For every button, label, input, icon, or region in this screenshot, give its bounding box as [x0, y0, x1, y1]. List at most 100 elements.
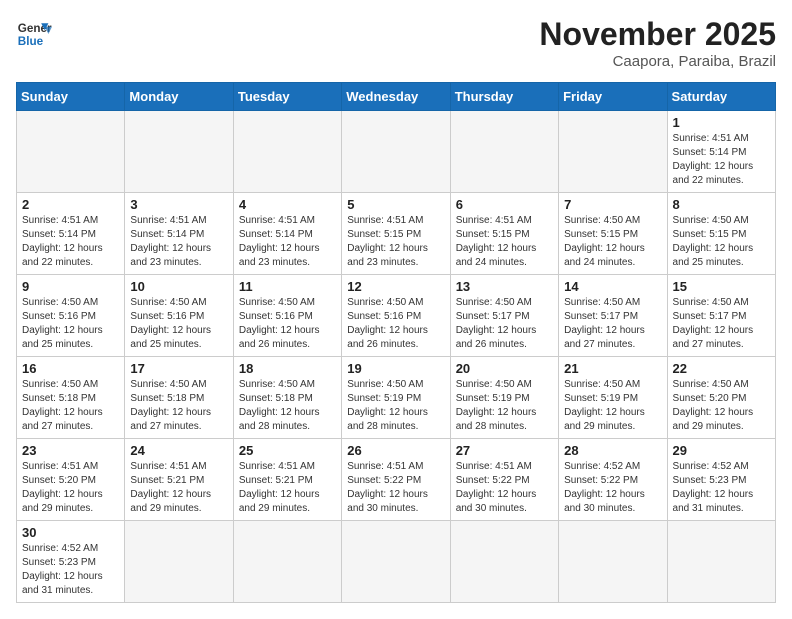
calendar-table: SundayMondayTuesdayWednesdayThursdayFrid…: [16, 82, 776, 603]
calendar-cell: [559, 521, 667, 603]
day-info: Sunrise: 4:51 AM Sunset: 5:14 PM Dayligh…: [673, 132, 770, 188]
calendar-cell: 8 Sunrise: 4:50 AM Sunset: 5:15 PM Daylig…: [667, 193, 775, 275]
calendar-cell: 29Sunrise: 4:52 AM Sunset: 5:23 PM Dayli…: [667, 439, 775, 521]
calendar-cell: [125, 111, 233, 193]
day-number: 9: [22, 279, 119, 294]
title-block: November 2025 Caapora, Paraiba, Brazil: [539, 16, 776, 70]
calendar-cell: 16 Sunrise: 4:50 AM Sunset: 5:18 PM Dayli…: [17, 357, 125, 439]
calendar-cell: 2 Sunrise: 4:51 AM Sunset: 5:14 PM Daylig…: [17, 193, 125, 275]
day-number: 17: [130, 361, 227, 376]
week-row-3: 9 Sunrise: 4:50 AM Sunset: 5:16 PM Daylig…: [17, 275, 776, 357]
calendar-cell: 15Sunrise: 4:50 AM Sunset: 5:17 PM Dayli…: [667, 275, 775, 357]
day-number: 1: [673, 115, 770, 130]
location-subtitle: Caapora, Paraiba, Brazil: [539, 53, 776, 70]
calendar-cell: [125, 521, 233, 603]
day-number: 19: [347, 361, 444, 376]
day-info: Sunrise: 4:50 AM Sunset: 5:19 PM Dayligh…: [564, 378, 661, 434]
weekday-header-thursday: Thursday: [450, 83, 558, 111]
day-number: 13: [456, 279, 553, 294]
day-number: 12: [347, 279, 444, 294]
week-row-1: 1 Sunrise: 4:51 AM Sunset: 5:14 PM Daylig…: [17, 111, 776, 193]
day-info: Sunrise: 4:50 AM Sunset: 5:19 PM Dayligh…: [456, 378, 553, 434]
svg-text:Blue: Blue: [18, 35, 44, 48]
calendar-cell: 5 Sunrise: 4:51 AM Sunset: 5:15 PM Daylig…: [342, 193, 450, 275]
day-number: 4: [239, 197, 336, 212]
day-number: 2: [22, 197, 119, 212]
day-number: 25: [239, 443, 336, 458]
week-row-5: 23Sunrise: 4:51 AM Sunset: 5:20 PM Dayli…: [17, 439, 776, 521]
day-info: Sunrise: 4:51 AM Sunset: 5:14 PM Dayligh…: [239, 214, 336, 270]
calendar-cell: 17 Sunrise: 4:50 AM Sunset: 5:18 PM Dayli…: [125, 357, 233, 439]
calendar-cell: 23Sunrise: 4:51 AM Sunset: 5:20 PM Dayli…: [17, 439, 125, 521]
week-row-4: 16 Sunrise: 4:50 AM Sunset: 5:18 PM Dayli…: [17, 357, 776, 439]
day-number: 6: [456, 197, 553, 212]
day-info: Sunrise: 4:50 AM Sunset: 5:18 PM Dayligh…: [239, 378, 336, 434]
day-number: 8: [673, 197, 770, 212]
calendar-cell: [450, 521, 558, 603]
day-info: Sunrise: 4:50 AM Sunset: 5:17 PM Dayligh…: [456, 296, 553, 352]
day-info: Sunrise: 4:50 AM Sunset: 5:15 PM Dayligh…: [564, 214, 661, 270]
weekday-header-sunday: Sunday: [17, 83, 125, 111]
day-number: 23: [22, 443, 119, 458]
day-info: Sunrise: 4:50 AM Sunset: 5:16 PM Dayligh…: [22, 296, 119, 352]
calendar-cell: [559, 111, 667, 193]
calendar-cell: 6Sunrise: 4:51 AM Sunset: 5:15 PM Daylig…: [450, 193, 558, 275]
calendar-cell: 20 Sunrise: 4:50 AM Sunset: 5:19 PM Dayli…: [450, 357, 558, 439]
weekday-header-wednesday: Wednesday: [342, 83, 450, 111]
week-row-2: 2 Sunrise: 4:51 AM Sunset: 5:14 PM Daylig…: [17, 193, 776, 275]
weekday-header-tuesday: Tuesday: [233, 83, 341, 111]
calendar-cell: 1 Sunrise: 4:51 AM Sunset: 5:14 PM Daylig…: [667, 111, 775, 193]
week-row-6: 30 Sunrise: 4:52 AM Sunset: 5:23 PM Dayli…: [17, 521, 776, 603]
day-info: Sunrise: 4:51 AM Sunset: 5:21 PM Dayligh…: [130, 460, 227, 516]
calendar-cell: 11Sunrise: 4:50 AM Sunset: 5:16 PM Dayli…: [233, 275, 341, 357]
day-info: Sunrise: 4:51 AM Sunset: 5:14 PM Dayligh…: [130, 214, 227, 270]
weekday-header-monday: Monday: [125, 83, 233, 111]
logo-icon: General Blue: [16, 16, 52, 52]
day-info: Sunrise: 4:50 AM Sunset: 5:15 PM Dayligh…: [673, 214, 770, 270]
calendar-cell: 30 Sunrise: 4:52 AM Sunset: 5:23 PM Dayli…: [17, 521, 125, 603]
day-number: 21: [564, 361, 661, 376]
day-info: Sunrise: 4:51 AM Sunset: 5:15 PM Dayligh…: [347, 214, 444, 270]
day-number: 24: [130, 443, 227, 458]
page-header: General Blue November 2025 Caapora, Para…: [16, 16, 776, 70]
day-info: Sunrise: 4:50 AM Sunset: 5:18 PM Dayligh…: [22, 378, 119, 434]
weekday-header-saturday: Saturday: [667, 83, 775, 111]
calendar-cell: 18Sunrise: 4:50 AM Sunset: 5:18 PM Dayli…: [233, 357, 341, 439]
day-info: Sunrise: 4:52 AM Sunset: 5:22 PM Dayligh…: [564, 460, 661, 516]
logo: General Blue: [16, 16, 52, 52]
day-info: Sunrise: 4:51 AM Sunset: 5:21 PM Dayligh…: [239, 460, 336, 516]
calendar-cell: [342, 521, 450, 603]
day-info: Sunrise: 4:50 AM Sunset: 5:17 PM Dayligh…: [673, 296, 770, 352]
calendar-cell: [233, 521, 341, 603]
calendar-cell: 12Sunrise: 4:50 AM Sunset: 5:16 PM Dayli…: [342, 275, 450, 357]
day-number: 22: [673, 361, 770, 376]
day-info: Sunrise: 4:50 AM Sunset: 5:16 PM Dayligh…: [239, 296, 336, 352]
day-number: 30: [22, 525, 119, 540]
calendar-cell: [667, 521, 775, 603]
calendar-cell: 7Sunrise: 4:50 AM Sunset: 5:15 PM Daylig…: [559, 193, 667, 275]
day-number: 20: [456, 361, 553, 376]
calendar-cell: [233, 111, 341, 193]
calendar-cell: 21 Sunrise: 4:50 AM Sunset: 5:19 PM Dayli…: [559, 357, 667, 439]
day-number: 14: [564, 279, 661, 294]
calendar-cell: 28 Sunrise: 4:52 AM Sunset: 5:22 PM Dayli…: [559, 439, 667, 521]
day-info: Sunrise: 4:51 AM Sunset: 5:22 PM Dayligh…: [456, 460, 553, 516]
calendar-cell: 19Sunrise: 4:50 AM Sunset: 5:19 PM Dayli…: [342, 357, 450, 439]
calendar-cell: 9 Sunrise: 4:50 AM Sunset: 5:16 PM Daylig…: [17, 275, 125, 357]
day-number: 26: [347, 443, 444, 458]
calendar-cell: 10Sunrise: 4:50 AM Sunset: 5:16 PM Dayli…: [125, 275, 233, 357]
day-info: Sunrise: 4:52 AM Sunset: 5:23 PM Dayligh…: [22, 542, 119, 598]
calendar-cell: [342, 111, 450, 193]
calendar-cell: 13 Sunrise: 4:50 AM Sunset: 5:17 PM Dayli…: [450, 275, 558, 357]
day-number: 16: [22, 361, 119, 376]
calendar-cell: 3Sunrise: 4:51 AM Sunset: 5:14 PM Daylig…: [125, 193, 233, 275]
day-info: Sunrise: 4:50 AM Sunset: 5:20 PM Dayligh…: [673, 378, 770, 434]
day-number: 5: [347, 197, 444, 212]
day-info: Sunrise: 4:50 AM Sunset: 5:18 PM Dayligh…: [130, 378, 227, 434]
day-info: Sunrise: 4:51 AM Sunset: 5:14 PM Dayligh…: [22, 214, 119, 270]
calendar-cell: 14Sunrise: 4:50 AM Sunset: 5:17 PM Dayli…: [559, 275, 667, 357]
calendar-cell: [450, 111, 558, 193]
calendar-cell: 26 Sunrise: 4:51 AM Sunset: 5:22 PM Dayli…: [342, 439, 450, 521]
day-number: 28: [564, 443, 661, 458]
day-info: Sunrise: 4:51 AM Sunset: 5:22 PM Dayligh…: [347, 460, 444, 516]
